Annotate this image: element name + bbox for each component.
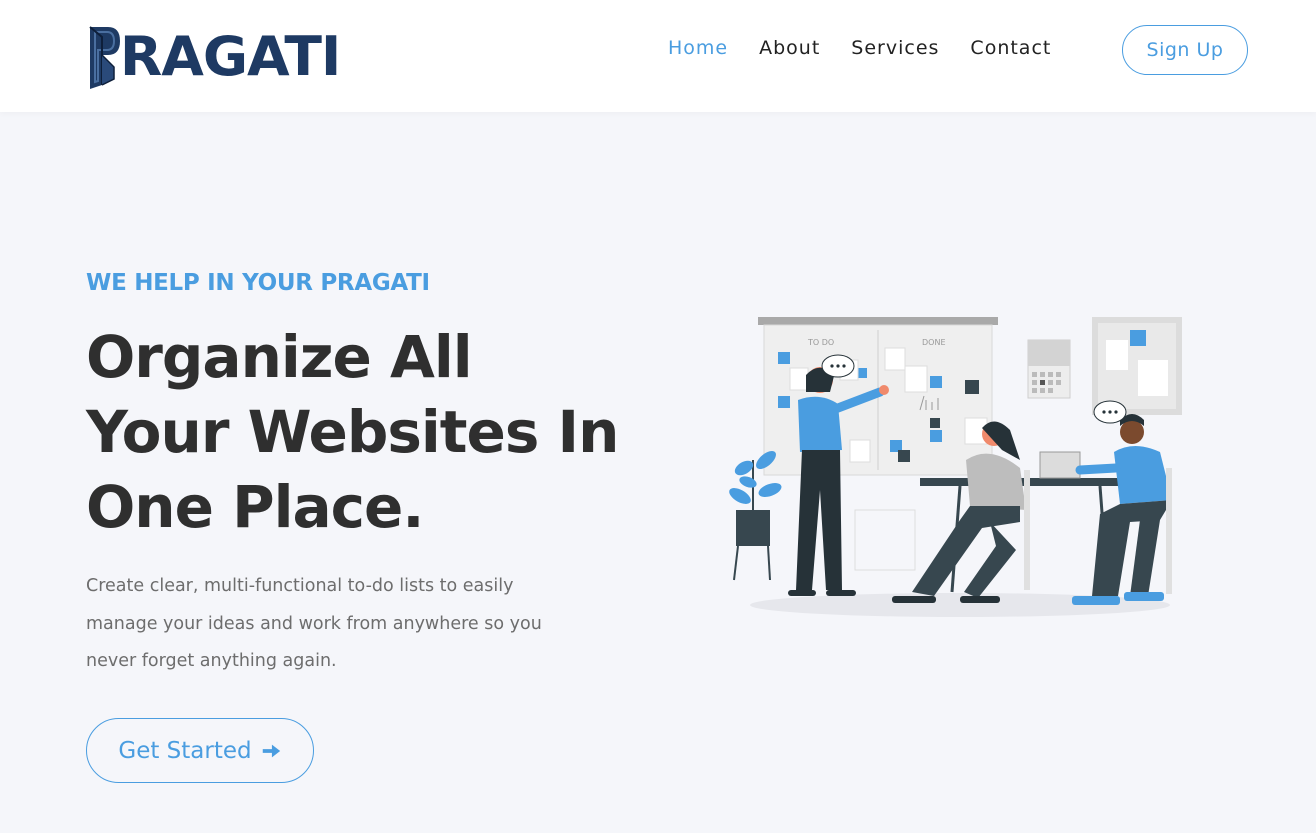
site-header: RAGATI Home About Services Contact Sign … xyxy=(0,0,1316,112)
main-nav: Home About Services Contact xyxy=(668,37,1082,59)
nav-services[interactable]: Services xyxy=(851,37,939,59)
calendar-icon xyxy=(1027,339,1071,399)
nav-about[interactable]: About xyxy=(759,37,820,59)
headline-line-2: Your Websites In xyxy=(86,398,619,466)
get-started-label: Get Started xyxy=(118,737,252,764)
signup-button[interactable]: Sign Up xyxy=(1122,25,1248,75)
wall-board xyxy=(1092,317,1182,415)
pragati-p-logo-icon xyxy=(89,26,120,89)
arrow-right-icon xyxy=(262,744,280,757)
brand-logo[interactable]: RAGATI xyxy=(86,22,342,92)
seated-man-figure xyxy=(1072,400,1172,605)
headline-line-3: One Place. xyxy=(86,473,424,541)
hero-description: Create clear, multi-functional to-do lis… xyxy=(86,576,542,671)
hero-headline: Organize All Your Websites In One Place. xyxy=(86,320,666,545)
hero-eyebrow: WE HELP IN YOUR PRAGATI xyxy=(86,270,430,296)
board-column-done: DONE xyxy=(922,338,946,347)
board-column-todo: TO DO xyxy=(807,338,834,347)
nav-contact[interactable]: Contact xyxy=(970,37,1051,59)
nav-home[interactable]: Home xyxy=(668,37,728,59)
team-planning-illustration: TO DO DONE xyxy=(729,317,1182,617)
get-started-button[interactable]: Get Started xyxy=(86,718,314,783)
brand-name: RAGATI xyxy=(119,25,342,88)
headline-line-1: Organize All xyxy=(86,323,473,391)
